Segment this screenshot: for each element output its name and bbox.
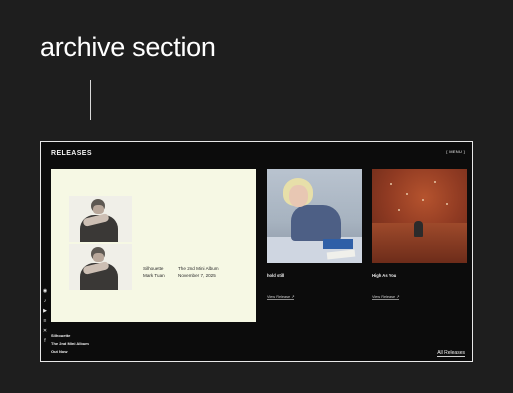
feature-meta-title: Silhouette Mark Tuan	[143, 265, 165, 279]
social-links: ◉ ♪ ▶ ≡ ✕ f	[42, 286, 48, 346]
feature-title: Silhouette	[143, 266, 164, 271]
menu-grid-icon[interactable]: ≡	[42, 316, 48, 326]
now-out-text: Silhouette The 2nd Mini Album Out Now	[51, 332, 89, 356]
feature-photo-stack	[69, 196, 132, 290]
artist-photo	[69, 196, 132, 242]
feature-release-card[interactable]: Silhouette Mark Tuan The 2nd Mini Album …	[51, 169, 256, 322]
album-card[interactable]: hold still View Release ↗	[267, 169, 362, 303]
instagram-icon[interactable]: ◉	[42, 286, 48, 296]
menu-button[interactable]: [ MENU ]	[446, 149, 465, 154]
feature-album-label: The 2nd Mini Album	[178, 266, 219, 271]
feature-release-date: November 7, 2025	[178, 273, 216, 278]
x-icon[interactable]: ✕	[42, 326, 48, 336]
releases-title: RELEASES	[51, 150, 92, 157]
artist-photo	[69, 244, 132, 290]
all-releases-link[interactable]: All Releases	[437, 350, 465, 357]
section-heading: archive section	[40, 32, 216, 62]
view-release-link[interactable]: View Release ↗	[372, 294, 400, 300]
feature-artist: Mark Tuan	[143, 273, 165, 278]
album-cover[interactable]	[267, 169, 362, 263]
facebook-icon[interactable]: f	[42, 336, 48, 346]
releases-panel: RELEASES [ MENU ] Silhouette Mark Tuan T…	[40, 141, 473, 362]
now-out-album: The 2nd Mini Album	[51, 341, 89, 346]
youtube-icon[interactable]: ▶	[42, 306, 48, 316]
divider-line	[90, 80, 91, 120]
now-out-status: Out Now	[51, 349, 68, 354]
now-out-title: Silhouette	[51, 333, 71, 338]
album-title: High As You	[372, 273, 397, 278]
album-title: hold still	[267, 273, 285, 278]
album-card[interactable]: High As You View Release ↗	[372, 169, 467, 303]
album-cover[interactable]	[372, 169, 467, 263]
feature-meta-details: The 2nd Mini Album November 7, 2025	[178, 265, 219, 279]
tiktok-icon[interactable]: ♪	[42, 296, 48, 306]
view-release-link[interactable]: View Release ↗	[267, 294, 295, 300]
